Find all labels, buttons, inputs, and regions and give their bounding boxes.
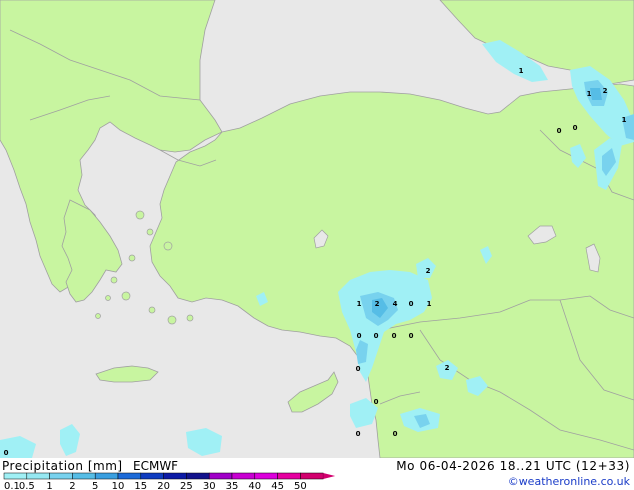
map-label: 2: [603, 87, 608, 95]
valid-time: Mo 06-04-2026 18..21 UTC (12+33): [396, 459, 630, 473]
map-label: 0: [573, 124, 578, 132]
map-label: 0: [409, 332, 414, 340]
scale-tick-label: 25: [180, 481, 193, 490]
scale-tick-label: 35: [226, 481, 239, 490]
scale-tick-label: 20: [157, 481, 170, 490]
map-label: 4: [393, 300, 398, 308]
precipitation-color-scale: 0.10.5 1 2 5 10 15 20 25 30 35 40 45 50: [3, 472, 336, 490]
scale-swatch: [3, 472, 28, 480]
site-credit: ©weatheronline.co.uk: [507, 475, 630, 488]
scale-swatch: [117, 472, 142, 480]
map-label: 0: [392, 332, 397, 340]
scale-tick-label: 5: [92, 481, 98, 490]
scale-tick-label: 1: [46, 481, 52, 490]
scale-tick-label: 30: [203, 481, 216, 490]
map-footer: Precipitation [mm] ECMWF Mo 06-04-2026 1…: [0, 458, 634, 490]
scale-arrow-icon: [323, 473, 336, 479]
scale-swatch: [186, 472, 210, 480]
scale-tick-label: 10: [112, 481, 125, 490]
scale-swatch: [72, 472, 96, 480]
map-label: 1: [622, 116, 627, 124]
map-label: 0: [393, 430, 398, 438]
map-label: 1: [427, 300, 432, 308]
map-label: 2: [426, 267, 431, 275]
map-label: 1: [519, 67, 524, 75]
map-label: 2: [445, 364, 450, 372]
scale-tick-label: 45: [271, 481, 284, 490]
map-label: 0: [356, 365, 361, 373]
scale-tick-label: 15: [134, 481, 147, 490]
map-label: 1: [587, 90, 592, 98]
scale-tick-label: 40: [248, 481, 261, 490]
scale-swatch: [94, 472, 119, 480]
model-name: ECMWF: [133, 459, 179, 473]
scale-swatch: [231, 472, 256, 480]
map-label: 0: [356, 430, 361, 438]
map-label: 0: [374, 398, 379, 406]
map-label: 0: [374, 332, 379, 340]
scale-swatch: [49, 472, 73, 480]
map-label: 0: [4, 449, 9, 457]
scale-swatch: [254, 472, 278, 480]
map-label: 0: [557, 127, 562, 135]
scale-swatch: [26, 472, 50, 480]
scale-tick-label: 0.5: [19, 481, 35, 490]
map-label: 0: [357, 332, 362, 340]
scale-swatch: [277, 472, 301, 480]
scale-swatch: [208, 472, 233, 480]
map-label: 1: [357, 300, 362, 308]
scale-swatch: [140, 472, 164, 480]
legend-title: Precipitation [mm]: [2, 459, 123, 473]
scale-tick-label: 2: [69, 481, 75, 490]
map-label: 0: [409, 300, 414, 308]
scale-swatch: [300, 472, 324, 480]
precipitation-map: 1 1 2 1 0 0 2 1 2 4 0 1 0 0 0 0 0 2 0 0 …: [0, 0, 634, 458]
scale-tick-label: 0.1: [4, 481, 20, 490]
map-label: 2: [375, 300, 380, 308]
scale-tick-label: 50: [294, 481, 307, 490]
scale-swatch: [163, 472, 187, 480]
